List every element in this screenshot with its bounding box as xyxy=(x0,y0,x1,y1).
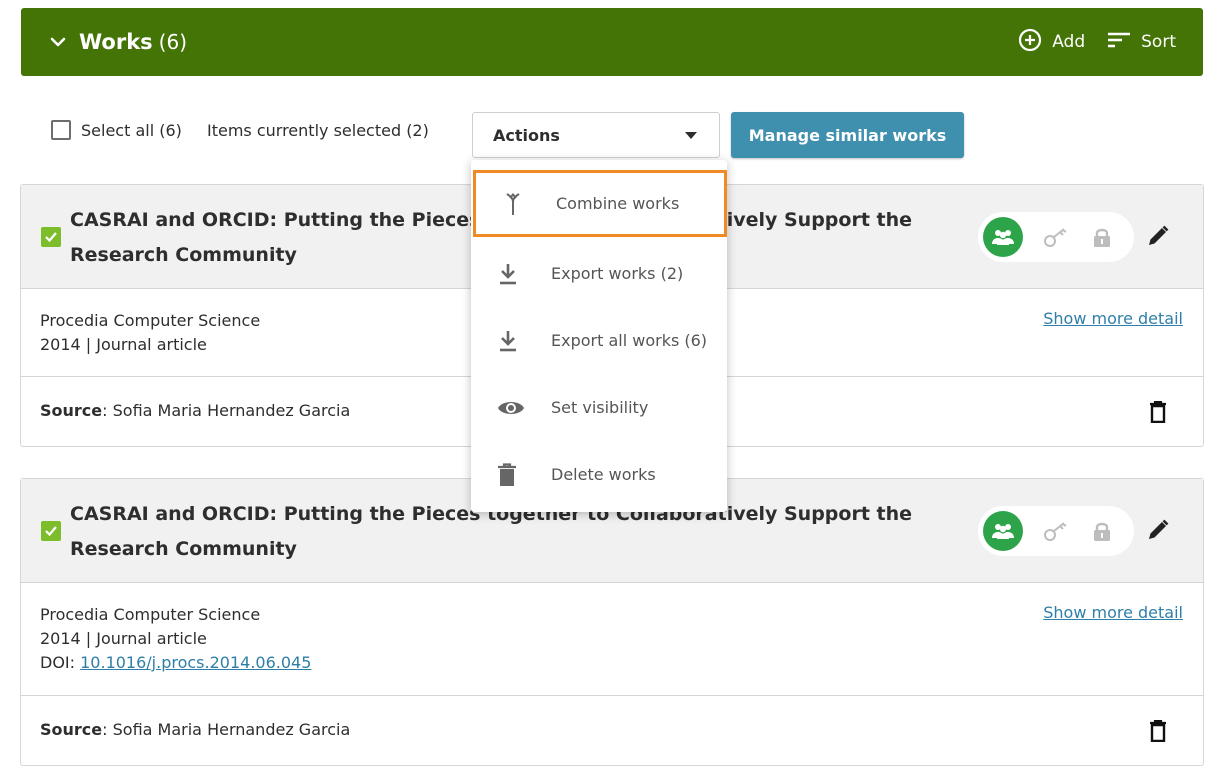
visibility-toggle[interactable] xyxy=(978,212,1134,262)
chevron-down-icon[interactable] xyxy=(47,31,69,53)
sort-button[interactable]: Sort xyxy=(1107,30,1176,55)
work-meta: Procedia Computer Science 2014 | Journal… xyxy=(40,309,260,357)
everyone-icon[interactable] xyxy=(983,511,1023,551)
menu-item-delete-works[interactable]: Delete works xyxy=(471,441,727,508)
everyone-icon[interactable] xyxy=(983,217,1023,257)
sort-label: Sort xyxy=(1141,32,1176,52)
menu-item-label: Export works (2) xyxy=(551,264,684,283)
section-title: Works xyxy=(79,30,153,54)
download-icon xyxy=(497,329,537,353)
source-label: Source xyxy=(40,720,103,739)
download-icon xyxy=(497,262,537,286)
work-meta: Procedia Computer Science 2014 | Journal… xyxy=(40,603,311,675)
works-toolbar: Select all (6) Items currently selected … xyxy=(0,108,1217,158)
edit-pencil-icon[interactable] xyxy=(1146,224,1170,252)
eye-icon xyxy=(497,398,537,418)
show-more-detail-link[interactable]: Show more detail xyxy=(1043,603,1183,622)
merge-icon xyxy=(502,192,542,216)
caret-down-icon xyxy=(685,132,697,139)
plus-circle-icon xyxy=(1018,28,1042,57)
items-selected-text: Items currently selected (2) xyxy=(207,121,429,140)
doi-label: DOI: xyxy=(40,653,76,672)
trash-icon[interactable] xyxy=(1149,719,1167,746)
select-all-label: Select all (6) xyxy=(81,120,182,140)
year-and-type: 2014 | Journal article xyxy=(40,335,207,354)
menu-item-label: Set visibility xyxy=(551,398,649,417)
menu-item-export-works[interactable]: Export works (2) xyxy=(471,240,727,307)
lock-icon[interactable] xyxy=(1091,520,1113,542)
manage-similar-works-button[interactable]: Manage similar works xyxy=(731,112,964,158)
select-all-checkbox[interactable] xyxy=(51,120,71,140)
visibility-toggle[interactable] xyxy=(978,506,1134,556)
show-more-detail-link[interactable]: Show more detail xyxy=(1043,309,1183,328)
work-card-body: Procedia Computer Science 2014 | Journal… xyxy=(21,583,1203,696)
add-button[interactable]: Add xyxy=(1018,28,1085,57)
work-card-footer: Source: Sofia Maria Hernandez Garcia xyxy=(21,696,1203,765)
select-all-control[interactable]: Select all (6) xyxy=(51,120,182,140)
work-card: CASRAI and ORCID: Putting the Pieces tog… xyxy=(20,478,1204,766)
year-and-type: 2014 | Journal article xyxy=(40,629,207,648)
sort-icon xyxy=(1107,30,1131,55)
menu-item-label: Export all works (6) xyxy=(551,331,708,350)
add-label: Add xyxy=(1052,32,1086,52)
source-label: Source xyxy=(40,401,103,420)
actions-dropdown[interactable]: Actions xyxy=(472,112,720,158)
key-icon[interactable] xyxy=(1043,226,1069,248)
doi-link[interactable]: 10.1016/j.procs.2014.06.045 xyxy=(80,653,311,672)
menu-item-label: Delete works xyxy=(551,465,656,484)
actions-menu: Combine works Export works (2) Export al… xyxy=(471,160,727,512)
menu-item-export-all-works[interactable]: Export all works (6) xyxy=(471,307,727,374)
menu-item-label: Combine works xyxy=(556,194,680,213)
menu-item-set-visibility[interactable]: Set visibility xyxy=(471,374,727,441)
journal-name: Procedia Computer Science xyxy=(40,605,261,624)
work-source: Source: Sofia Maria Hernandez Garcia xyxy=(40,401,351,420)
source-value: Sofia Maria Hernandez Garcia xyxy=(112,401,351,420)
actions-label: Actions xyxy=(493,125,560,145)
key-icon[interactable] xyxy=(1043,520,1069,542)
doi-line: DOI: 10.1016/j.procs.2014.06.045 xyxy=(40,651,311,675)
journal-name: Procedia Computer Science xyxy=(40,311,261,330)
work-checkbox-checked[interactable] xyxy=(41,227,61,247)
lock-icon[interactable] xyxy=(1091,226,1113,248)
works-header: Works (6) Add Sort xyxy=(21,8,1203,76)
trash-icon[interactable] xyxy=(1149,400,1167,427)
source-value: Sofia Maria Hernandez Garcia xyxy=(112,720,351,739)
work-source: Source: Sofia Maria Hernandez Garcia xyxy=(40,720,351,739)
work-checkbox-checked[interactable] xyxy=(41,521,61,541)
trash-icon xyxy=(497,462,537,487)
section-count: (6) xyxy=(158,30,188,54)
edit-pencil-icon[interactable] xyxy=(1146,518,1170,546)
menu-item-combine-works[interactable]: Combine works xyxy=(473,170,727,237)
